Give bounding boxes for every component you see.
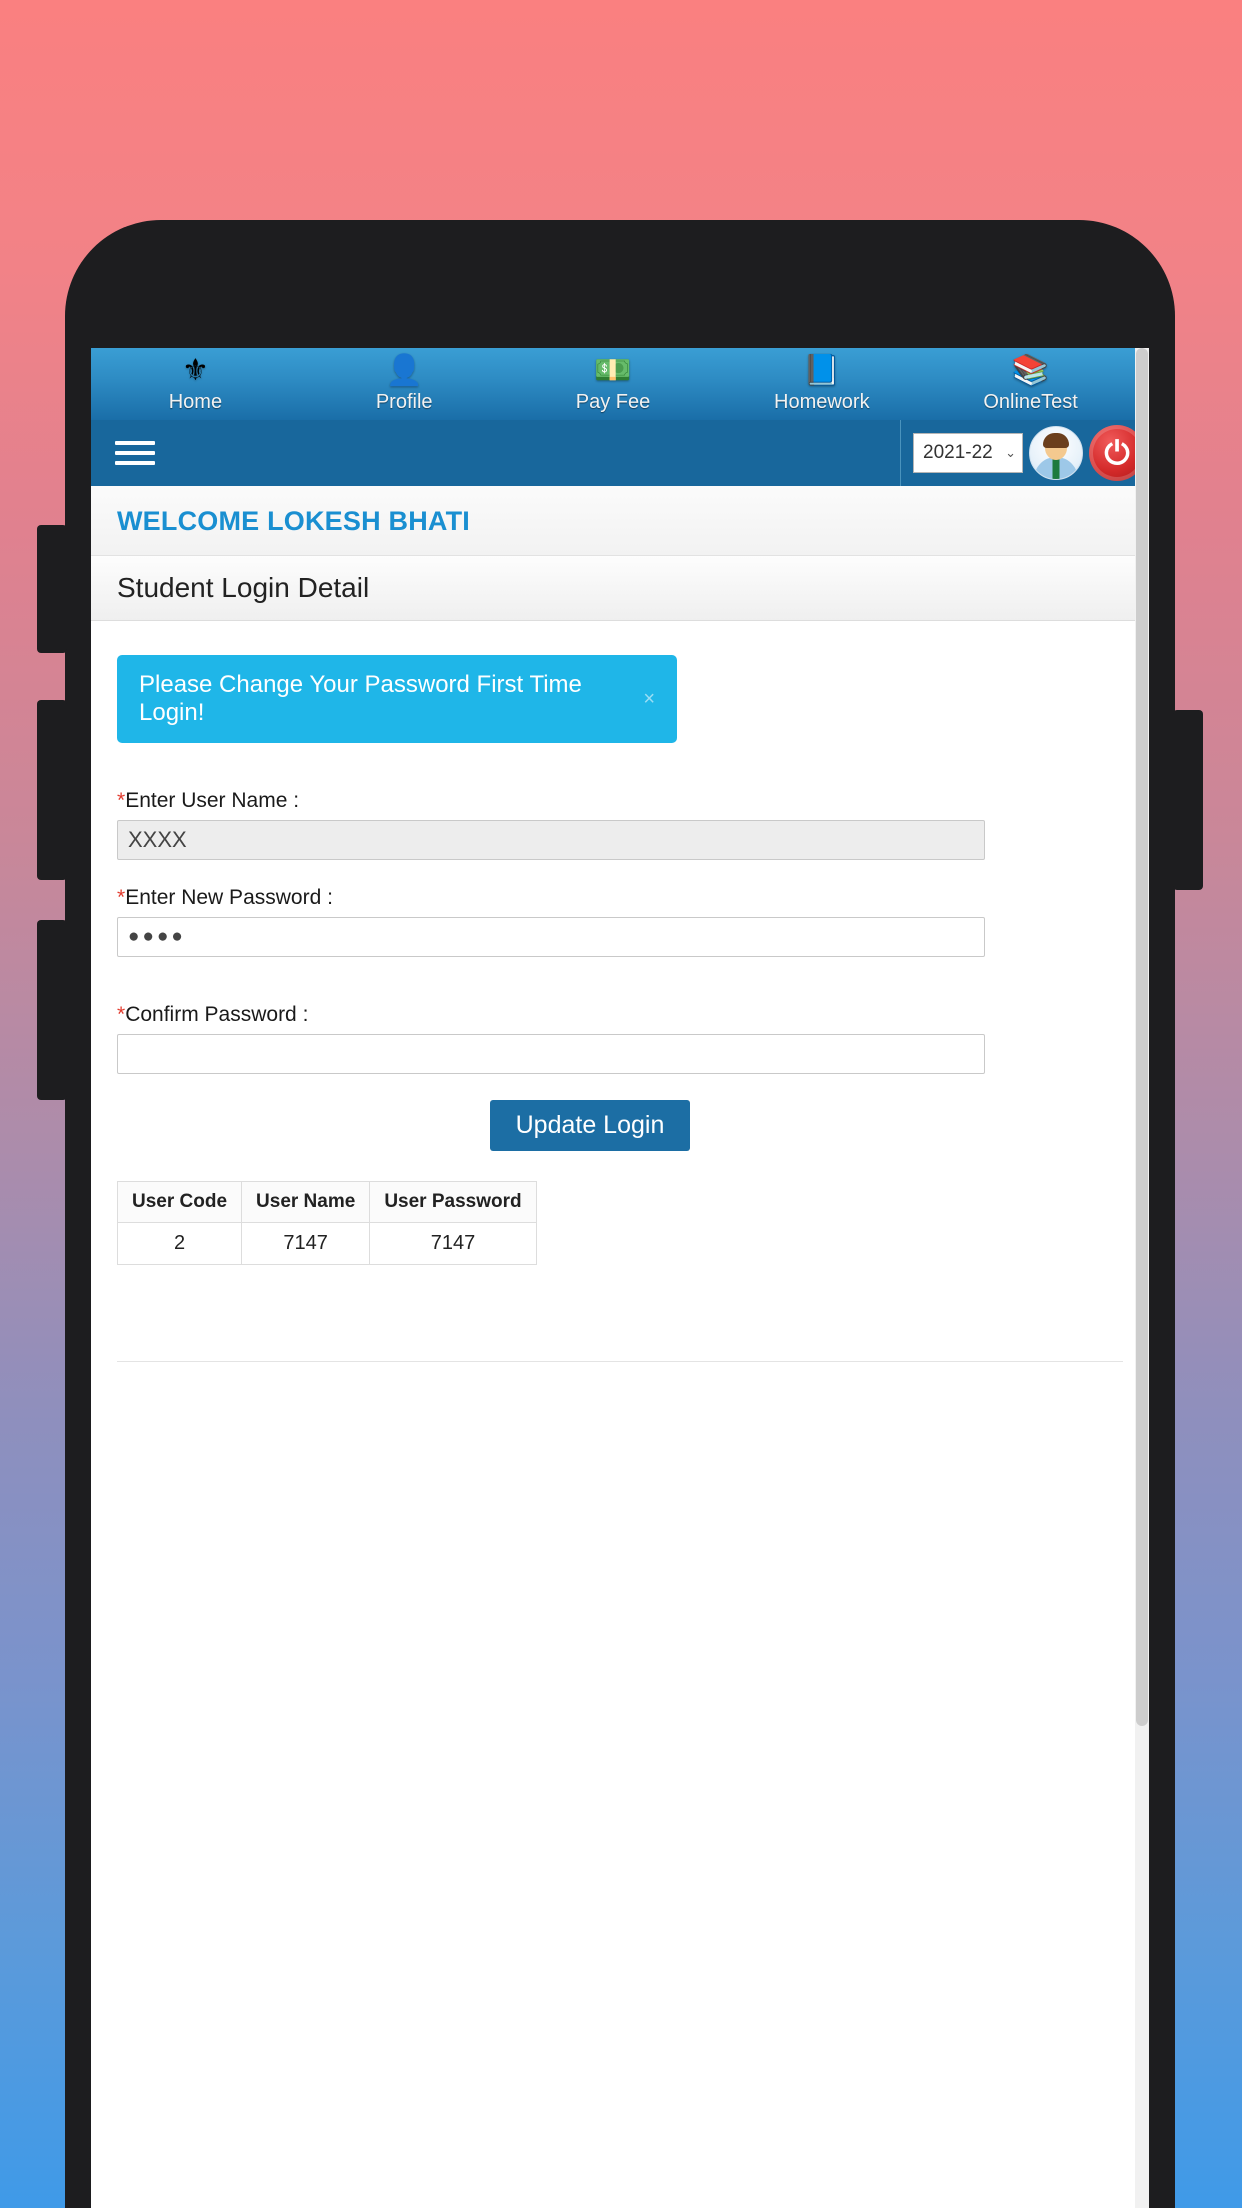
nav-item-homework[interactable]: 📘 Homework [717, 348, 926, 420]
nav-label-profile: Profile [375, 391, 433, 413]
password-change-alert: Please Change Your Password First Time L… [117, 655, 677, 743]
phone-button-volume-up[interactable] [37, 700, 67, 880]
avatar-tie [1052, 459, 1060, 479]
money-icon: 💵 [594, 354, 632, 387]
nav-label-online-test: OnlineTest [983, 391, 1078, 413]
nav-item-profile[interactable]: 👤 Profile [300, 348, 509, 420]
table-head: User Code User Name User Password [116, 1181, 537, 1223]
sub-toolbar: 2021-22 ⌄ ⏻ [91, 420, 1149, 486]
emblem-icon: ⚜ [181, 354, 209, 387]
nav-item-online-test[interactable]: 📚 OnlineTest [926, 348, 1135, 420]
required-marker: * [117, 1003, 126, 1026]
required-marker: * [117, 789, 126, 812]
content-divider [117, 1361, 1123, 1362]
books-icon: 📘 [803, 354, 841, 387]
user-credentials-table: User Code User Name User Password 2 7147… [116, 1181, 537, 1265]
username-label: *Enter User Name : [117, 789, 1123, 813]
hamburger-bar [115, 451, 155, 455]
confirm-password-label: *Confirm Password : [117, 1003, 1123, 1027]
alert-message: Please Change Your Password First Time L… [139, 671, 582, 726]
scrollbar-thumb[interactable] [1136, 348, 1148, 1726]
hamburger-icon[interactable] [115, 435, 155, 471]
column-user-password: User Password [369, 1181, 537, 1223]
panel-header: Student Login Detail [91, 556, 1149, 621]
sub-toolbar-right-group: 2021-22 ⌄ ⏻ [900, 420, 1149, 486]
phone-button-silent[interactable] [37, 525, 67, 653]
page-content: WELCOME LOKESH BHATI Student Login Detai… [91, 486, 1149, 1362]
required-marker: * [117, 886, 126, 909]
cell-user-password: 7147 [369, 1222, 537, 1265]
user-avatar-icon[interactable] [1029, 426, 1083, 480]
username-label-text: Enter User Name : [125, 789, 300, 812]
phone-button-volume-down[interactable] [37, 920, 67, 1100]
confirm-password-label-text: Confirm Password : [125, 1003, 309, 1026]
chevron-down-icon: ⌄ [1005, 445, 1016, 460]
phone-button-power[interactable] [1173, 710, 1203, 890]
hamburger-bar [115, 441, 155, 445]
power-icon: ⏻ [1104, 435, 1130, 471]
welcome-message: WELCOME LOKESH BHATI [117, 506, 470, 536]
top-navigation-bar: ⚜ Home 👤 Profile 💵 Pay Fee 📘 Homework 📚 … [91, 348, 1149, 420]
nav-item-home[interactable]: ⚜ Home [91, 348, 300, 420]
table-body: 2 7147 7147 [116, 1222, 537, 1265]
nav-label-home: Home [168, 391, 223, 413]
table-row: 2 7147 7147 [116, 1222, 537, 1265]
welcome-bar: WELCOME LOKESH BHATI [91, 486, 1149, 556]
page-title: Student Login Detail [117, 572, 370, 603]
page-scrollbar[interactable] [1135, 348, 1149, 2208]
hamburger-bar [115, 461, 155, 465]
update-login-button[interactable]: Update Login [489, 1100, 691, 1151]
cell-user-code: 2 [116, 1222, 243, 1265]
phone-device-frame: ⚜ Home 👤 Profile 💵 Pay Fee 📘 Homework 📚 … [37, 220, 1203, 2208]
bookstack-icon: 📚 [1011, 354, 1050, 387]
nav-label-homework: Homework [774, 391, 870, 413]
confirm-password-input[interactable] [117, 1034, 985, 1074]
person-icon: 👤 [385, 354, 423, 387]
session-year-select[interactable]: 2021-22 ⌄ [913, 433, 1023, 473]
avatar-hair [1043, 433, 1069, 448]
nav-item-pay-fee[interactable]: 💵 Pay Fee [509, 348, 718, 420]
new-password-label: *Enter New Password : [117, 886, 1123, 910]
new-password-label-text: Enter New Password : [125, 886, 333, 909]
column-user-name: User Name [241, 1181, 371, 1223]
cell-user-name: 7147 [241, 1222, 371, 1265]
form-spacer [117, 983, 1123, 1003]
new-password-input[interactable] [117, 917, 985, 957]
session-year-value: 2021-22 [923, 442, 993, 463]
submit-row: Update Login [117, 1100, 1123, 1151]
close-icon[interactable]: × [627, 688, 655, 711]
nav-label-pay-fee: Pay Fee [575, 391, 651, 413]
table-header-row: User Code User Name User Password [116, 1181, 537, 1223]
username-input[interactable] [117, 820, 985, 860]
phone-screen: ⚜ Home 👤 Profile 💵 Pay Fee 📘 Homework 📚 … [91, 348, 1149, 2208]
column-user-code: User Code [116, 1181, 243, 1223]
login-form: Please Change Your Password First Time L… [91, 621, 1149, 1362]
